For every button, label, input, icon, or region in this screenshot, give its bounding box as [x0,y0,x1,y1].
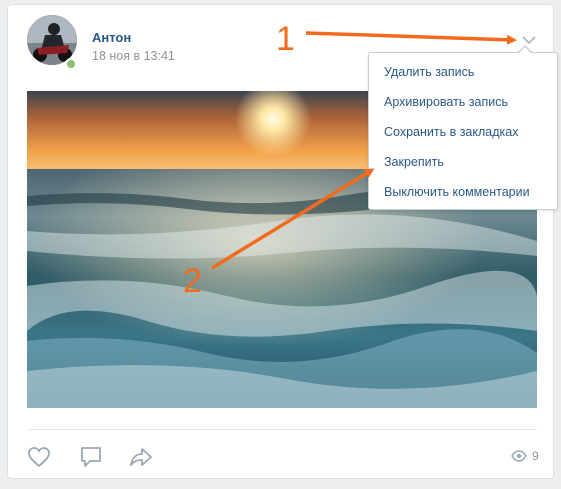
annotation-label-2: 2 [183,262,202,300]
author-name[interactable]: Антон [92,30,131,45]
post-date[interactable]: 18 ноя в 13:41 [92,49,175,63]
menu-item-pin[interactable]: Закрепить [369,149,557,179]
actions-divider [27,429,537,430]
post-actions-menu: Удалить запись Архивировать запись Сохра… [368,52,558,210]
views-count: 9 [532,449,539,463]
menu-item-archive[interactable]: Архивировать запись [369,89,557,119]
menu-item-disable-comments[interactable]: Выключить комментарии [369,179,557,209]
heart-icon[interactable] [26,445,52,469]
dropdown-pointer-fill [518,46,532,54]
menu-item-delete[interactable]: Удалить запись [369,59,557,89]
menu-item-bookmark[interactable]: Сохранить в закладках [369,119,557,149]
annotation-label-1: 1 [276,20,295,58]
views-counter: 9 [511,448,539,464]
eye-icon [511,450,527,462]
comment-icon[interactable] [78,445,104,469]
share-icon[interactable] [128,445,154,469]
online-indicator [65,58,77,70]
